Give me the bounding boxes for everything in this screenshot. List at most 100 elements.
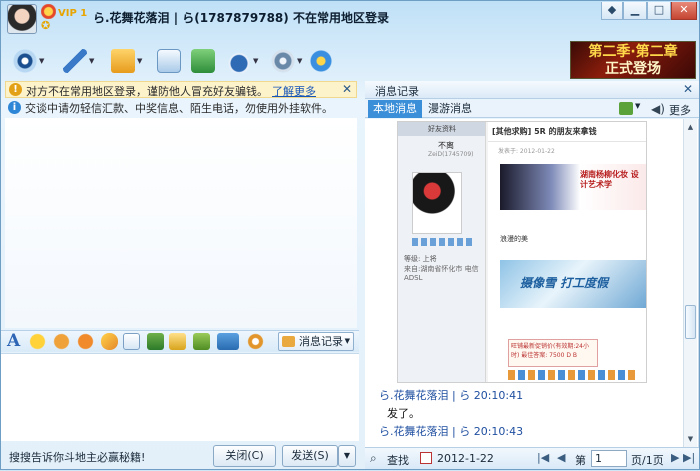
chat-window: VIP 1 ✪ ら.花舞花落泪 | ら(1787879788) 不在常用地区登录… <box>0 0 700 470</box>
export-icon[interactable] <box>619 102 633 115</box>
font-icon[interactable]: A <box>7 333 24 350</box>
gesture-icon[interactable] <box>101 333 118 350</box>
video-icon <box>13 49 37 73</box>
history-icon <box>282 336 295 347</box>
sms-tool[interactable] <box>191 47 215 75</box>
chat-pane: ! 对方不在常用地区登录，谨防他人冒充好友骗钱。 了解更多 ✕ i 交谈中请勿轻信… <box>1 81 359 471</box>
info-text: 交谈中请勿轻信汇款、中奖信息、陌生电话，勿使用外挂软件。 <box>25 102 333 115</box>
chevron-down-icon: ▼ <box>344 337 350 345</box>
send-sms-icon <box>191 49 215 73</box>
voice-tool[interactable]: ▼ <box>63 47 94 75</box>
window-title: ら.花舞花落泪 | ら(1787879788) 不在常用地区登录 <box>93 11 389 25</box>
app-tool[interactable]: ▼ <box>227 47 258 75</box>
scroll-thumb[interactable] <box>685 305 696 339</box>
toolbar: ▼ ▼ ▼ ▼ ▼ <box>1 41 561 81</box>
video-tool[interactable]: ▼ <box>13 47 44 75</box>
warning-close-icon[interactable]: ✕ <box>342 82 352 96</box>
first-page-icon[interactable]: |◀ <box>537 451 549 464</box>
chevron-down-icon: ▼ <box>137 57 143 65</box>
security-warning: ! 对方不在常用地区登录，谨防他人冒充好友骗钱。 了解更多 ✕ <box>5 81 357 98</box>
screenshot-profile-panel: 好友资料 不离 ZeiD(1745709) 等级: 上将 来自:湖南省怀化市 电… <box>398 122 486 382</box>
screenshot-icon[interactable] <box>217 333 239 350</box>
chevron-down-icon: ▼ <box>253 57 259 65</box>
history-pane: 消息记录 ✕ 本地消息 漫游消息 ▼ ◀) 更多 好友资料 不离 ZeiD(17… <box>365 81 699 471</box>
search-icon[interactable]: ⌕ <box>370 451 377 466</box>
bottom-bar: 搜搜告诉你斗地主必赢秘籍! 关闭(C) 发送(S) ▼ <box>1 441 359 471</box>
screenshot-from: 来自:湖南省怀化市 电信ADSL <box>404 265 479 282</box>
soso-icon[interactable] <box>247 333 264 350</box>
close-chat-button[interactable]: 关闭(C) <box>213 445 276 467</box>
scroll-down-icon[interactable]: ▼ <box>684 433 697 446</box>
more-link[interactable]: 更多 <box>669 102 691 118</box>
page-prefix: 第 <box>575 454 586 467</box>
avatar[interactable] <box>7 4 37 34</box>
screenshot-level: 等级: 上将 <box>404 255 437 263</box>
history-date[interactable]: 2012-1-22 <box>437 452 494 465</box>
screenshot-header: 好友资料 <box>398 122 485 136</box>
promo-link[interactable]: 搜搜告诉你斗地主必赢秘籍! <box>9 449 145 465</box>
settings-icon <box>271 49 295 73</box>
ad-banner[interactable]: 第二季·第二章 正式登场 <box>570 41 696 79</box>
history-title: 消息记录 <box>375 85 419 98</box>
info-icon: i <box>8 101 21 114</box>
emoticon-icon[interactable] <box>29 333 46 350</box>
message-input[interactable] <box>1 353 359 441</box>
screenshot-icons <box>412 238 472 246</box>
message-sender: ら.花舞花落泪 | ら 20:10:43 <box>379 425 524 438</box>
settings-tool[interactable]: ▼ <box>271 47 302 75</box>
search-button[interactable]: 查找 <box>387 452 409 468</box>
vip-badge-icon <box>41 4 56 19</box>
browser-tool[interactable] <box>309 47 333 75</box>
send-options-dropdown[interactable]: ▼ <box>338 445 356 467</box>
history-footer: ⌕ 查找 2012-1-22 |◀ ◀ 第 1 页/1页 ▶ ▶| <box>365 447 699 469</box>
app-icon <box>227 49 251 73</box>
close-button[interactable]: ✕ <box>671 2 697 20</box>
gift-icon[interactable] <box>193 333 210 350</box>
format-toolbar: A 消息记录 ▼ <box>1 330 359 352</box>
message-area[interactable] <box>5 118 357 328</box>
history-header: 消息记录 ✕ <box>365 81 699 99</box>
folder-icon <box>111 49 135 73</box>
shake-icon[interactable] <box>77 333 94 350</box>
learn-more-link[interactable]: 了解更多 <box>272 85 316 98</box>
screenshot-banner-snow: 摄像雪 打工度假 <box>500 260 646 308</box>
prev-page-icon[interactable]: ◀ <box>557 451 565 464</box>
music-icon[interactable] <box>169 333 186 350</box>
screenshot-post-title: [其他求购] 5R 的朋友来拿钱 <box>488 122 646 142</box>
history-scrollbar[interactable]: ▲ ▼ <box>683 119 697 449</box>
magic-emoticon-icon[interactable] <box>53 333 70 350</box>
shared-screenshot-image[interactable]: 好友资料 不离 ZeiD(1745709) 等级: 上将 来自:湖南省怀化市 电… <box>397 121 647 383</box>
file-transfer-tool[interactable]: ▼ <box>111 47 142 75</box>
scribble-icon[interactable] <box>123 333 140 350</box>
tab-roaming-messages[interactable]: 漫游消息 <box>423 100 477 118</box>
calendar-icon[interactable] <box>420 452 432 464</box>
send-button[interactable]: 发送(S) <box>282 445 338 467</box>
maximize-button[interactable]: □ <box>647 2 671 20</box>
ie-icon <box>309 49 333 73</box>
next-page-icon[interactable]: ▶ <box>671 451 679 464</box>
page-input[interactable]: 1 <box>591 450 627 467</box>
chevron-down-icon[interactable]: ▼ <box>635 102 640 110</box>
history-tabs: 本地消息 漫游消息 ▼ ◀) 更多 <box>365 100 699 118</box>
screenshot-bottom-icons <box>508 370 638 380</box>
screenshot-avatar <box>412 172 462 234</box>
screenshot-banner-text: 湖南杨柳化妆 设计艺术学 <box>580 170 639 189</box>
tab-local-messages[interactable]: 本地消息 <box>368 100 422 118</box>
last-page-icon[interactable]: ▶| <box>683 451 695 464</box>
sound-icon[interactable]: ◀) <box>651 102 665 116</box>
scroll-up-icon[interactable]: ▲ <box>684 121 697 134</box>
screenshot-note: 浪漫的美 <box>500 235 528 243</box>
vip-level: VIP 1 <box>58 8 88 19</box>
screenshot-shop-box: 旺铺最新促销价(有效期:24小时) 最佳答案: 7500 D B <box>508 339 598 367</box>
mail-tool[interactable] <box>157 47 181 75</box>
screenshot-status: ZeiD(1745709) <box>428 151 474 158</box>
minimize-button[interactable]: ▁ <box>623 2 647 20</box>
message-history-button[interactable]: 消息记录 ▼ <box>278 332 354 351</box>
image-icon[interactable] <box>147 333 164 350</box>
history-close-icon[interactable]: ✕ <box>683 82 693 96</box>
history-body: 好友资料 不离 ZeiD(1745709) 等级: 上将 来自:湖南省怀化市 电… <box>365 119 699 449</box>
page-total: 页/1页 <box>631 454 664 467</box>
ad-line1: 第二季·第二章 <box>588 44 678 60</box>
message-text: 发了。 <box>387 407 420 420</box>
skin-button[interactable]: ◆ <box>601 2 623 20</box>
